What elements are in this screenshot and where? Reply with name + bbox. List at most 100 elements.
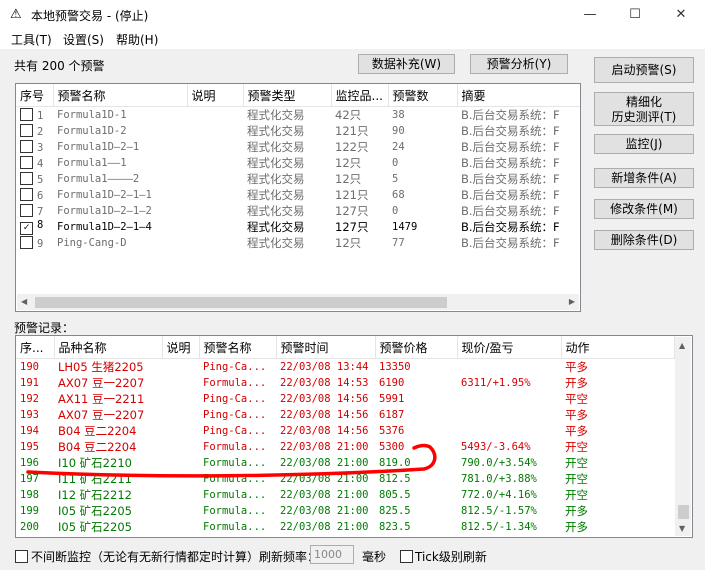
menu-help[interactable]: 帮助(H) (116, 31, 158, 48)
condition-no: 5 (37, 174, 44, 186)
condition-checkbox[interactable] (20, 108, 33, 121)
record-current: 5493/-3.64% (461, 441, 531, 453)
rec-col-current[interactable]: 现价/盈亏 (457, 336, 562, 359)
condition-no-cell: 7 (16, 203, 53, 219)
scroll-right-icon[interactable]: ▶ (569, 297, 575, 306)
record-row[interactable]: 200 I05 矿石2205 Formula... 22/03/08 21:00 823… (16, 519, 674, 535)
menu-tools[interactable]: 工具(T) (11, 31, 52, 48)
condition-checkbox[interactable] (20, 156, 33, 169)
add-condition-label: 新增条件(A) (611, 171, 677, 185)
condition-row[interactable]: 7 Formula1D—2—1—2 程式化交易 127只 0 B.后台交易系统：F (16, 203, 580, 219)
col-header-name[interactable]: 预警名称 (53, 84, 188, 107)
rec-col-no[interactable]: 序... (16, 336, 55, 359)
condition-no: 8 (37, 219, 44, 231)
condition-count: 68 (392, 189, 405, 201)
record-action: 开多 (565, 520, 588, 534)
condition-row[interactable]: 9 Ping-Cang-D 程式化交易 12只 77 B.后台交易系统：F (16, 235, 580, 251)
tick-refresh-label: Tick级别刷新 (415, 550, 487, 564)
monitor-button[interactable]: 监控(J) (594, 134, 694, 154)
rec-col-desc[interactable]: 说明 (162, 336, 200, 359)
rec-col-time[interactable]: 预警时间 (276, 336, 376, 359)
record-action: 开空 (565, 456, 588, 470)
delete-condition-button[interactable]: 删除条件(D) (594, 230, 694, 250)
col-header-no[interactable]: 序号 (16, 84, 54, 107)
record-desc (162, 439, 199, 455)
condition-no-cell: 3 (16, 139, 53, 155)
record-row[interactable]: 198 I12 矿石2212 Formula... 22/03/08 21:00 805… (16, 487, 674, 503)
record-alert: Formula... (203, 457, 267, 469)
records-vscroll-thumb[interactable] (678, 505, 689, 519)
condition-checkbox[interactable] (20, 140, 33, 153)
condition-row[interactable]: 6 Formula1D—2—1—1 程式化交易 121只 68 B.后台交易系统：F (16, 187, 580, 203)
alert-analysis-button[interactable]: 预警分析(Y) (470, 54, 568, 74)
condition-monitor: 127只 (335, 220, 369, 234)
col-header-monitor[interactable]: 监控品... (331, 84, 389, 107)
refined-backtest-button[interactable]: 精细化 历史测评(T) (594, 92, 694, 126)
record-row[interactable]: 194 B04 豆二2204 Ping-Ca... 22/03/08 14:56 537… (16, 423, 674, 439)
record-price: 819.0 (379, 457, 411, 469)
condition-monitor: 12只 (335, 236, 362, 250)
record-row[interactable]: 196 I10 矿石2210 Formula... 22/03/08 21:00 819… (16, 455, 674, 471)
condition-no: 6 (37, 190, 44, 202)
condition-checkbox[interactable] (20, 188, 33, 201)
rec-col-action[interactable]: 动作 (561, 336, 675, 359)
record-row[interactable]: 199 I05 矿石2205 Formula... 22/03/08 21:00 825… (16, 503, 674, 519)
minimize-button[interactable]: — (567, 0, 613, 29)
condition-no-cell: 2 (16, 123, 53, 139)
record-row[interactable]: 190 LH05 生猪2205 Ping-Ca... 22/03/08 13:44 13… (16, 359, 674, 376)
record-time: 22/03/08 21:00 (280, 489, 369, 501)
record-no: 194 (20, 425, 39, 437)
condition-checkbox[interactable] (20, 204, 33, 217)
col-header-summary[interactable]: 摘要 (457, 84, 580, 107)
condition-checkbox[interactable]: ✓ (20, 222, 33, 235)
record-price: 6190 (379, 377, 405, 389)
col-header-desc[interactable]: 说明 (187, 84, 244, 107)
condition-checkbox[interactable] (20, 236, 33, 249)
rec-col-alert[interactable]: 预警名称 (199, 336, 277, 359)
col-header-count[interactable]: 预警数 (388, 84, 458, 107)
condition-type: 程式化交易 (247, 156, 305, 170)
condition-row[interactable]: 3 Formula1D—2—1 程式化交易 122只 24 B.后台交易系统：F (16, 139, 580, 155)
condition-summary: B.后台交易系统：F (461, 108, 560, 122)
close-button[interactable]: ✕ (658, 0, 704, 29)
start-alert-button[interactable]: 启动预警(S) (594, 57, 694, 83)
record-time: 22/03/08 14:53 (280, 377, 369, 389)
add-condition-button[interactable]: 新增条件(A) (594, 168, 694, 188)
modify-condition-button[interactable]: 修改条件(M) (594, 199, 694, 219)
tick-refresh-checkbox[interactable] (400, 550, 413, 563)
scroll-left-icon[interactable]: ◀ (21, 297, 27, 306)
continuous-monitor-checkbox[interactable] (15, 550, 28, 563)
record-desc (162, 455, 199, 471)
record-row[interactable]: 192 AX11 豆一2211 Ping-Ca... 22/03/08 14:56 59… (16, 391, 674, 407)
scroll-up-icon[interactable]: ▲ (679, 341, 685, 350)
rec-col-price[interactable]: 预警价格 (375, 336, 458, 359)
monitor-label: 监控(J) (625, 137, 663, 151)
records-vscrollbar[interactable]: ▲ ▼ (675, 337, 691, 536)
menu-settings[interactable]: 设置(S) (63, 31, 104, 48)
condition-hscrollbar[interactable]: ◀ ▶ (17, 294, 579, 310)
scroll-down-icon[interactable]: ▼ (679, 524, 685, 533)
condition-hscroll-thumb[interactable] (35, 297, 447, 308)
rec-col-name[interactable]: 品种名称 (54, 336, 163, 359)
refresh-rate-input[interactable]: 1000 (310, 545, 354, 564)
data-supplement-button[interactable]: 数据补充(W) (358, 54, 455, 74)
record-row[interactable]: 195 B04 豆二2204 Formula... 22/03/08 21:00 530… (16, 439, 674, 455)
record-name: I05 矿石2205 (58, 504, 132, 518)
condition-row[interactable]: ✓ 8 Formula1D—2—1—4 程式化交易 127只 1479 B.后台交易系统：F (16, 219, 580, 235)
record-row[interactable]: 197 I11 矿石2211 Formula... 22/03/08 21:00 812… (16, 471, 674, 487)
record-row[interactable]: 193 AX07 豆一2207 Ping-Ca... 22/03/08 14:56 61… (16, 407, 674, 423)
condition-row[interactable]: 5 Formula1————2 程式化交易 12只 5 B.后台交易系统：F (16, 171, 580, 187)
condition-monitor: 122只 (335, 140, 369, 154)
condition-row[interactable]: 1 Formula1D-1 程式化交易 42只 38 B.后台交易系统：F (16, 107, 580, 124)
condition-row[interactable]: 2 Formula1D-2 程式化交易 121只 90 B.后台交易系统：F (16, 123, 580, 139)
condition-checkbox[interactable] (20, 124, 33, 137)
condition-checkbox[interactable] (20, 172, 33, 185)
record-action: 开多 (565, 376, 588, 390)
condition-type: 程式化交易 (247, 172, 305, 186)
maximize-button[interactable]: ☐ (612, 0, 658, 29)
record-row[interactable]: 191 AX07 豆一2207 Formula... 22/03/08 14:53 61… (16, 375, 674, 391)
condition-monitor: 121只 (335, 188, 369, 202)
col-header-type[interactable]: 预警类型 (243, 84, 332, 107)
record-current (457, 391, 561, 407)
condition-row[interactable]: 4 Formula1——1 程式化交易 12只 0 B.后台交易系统：F (16, 155, 580, 171)
